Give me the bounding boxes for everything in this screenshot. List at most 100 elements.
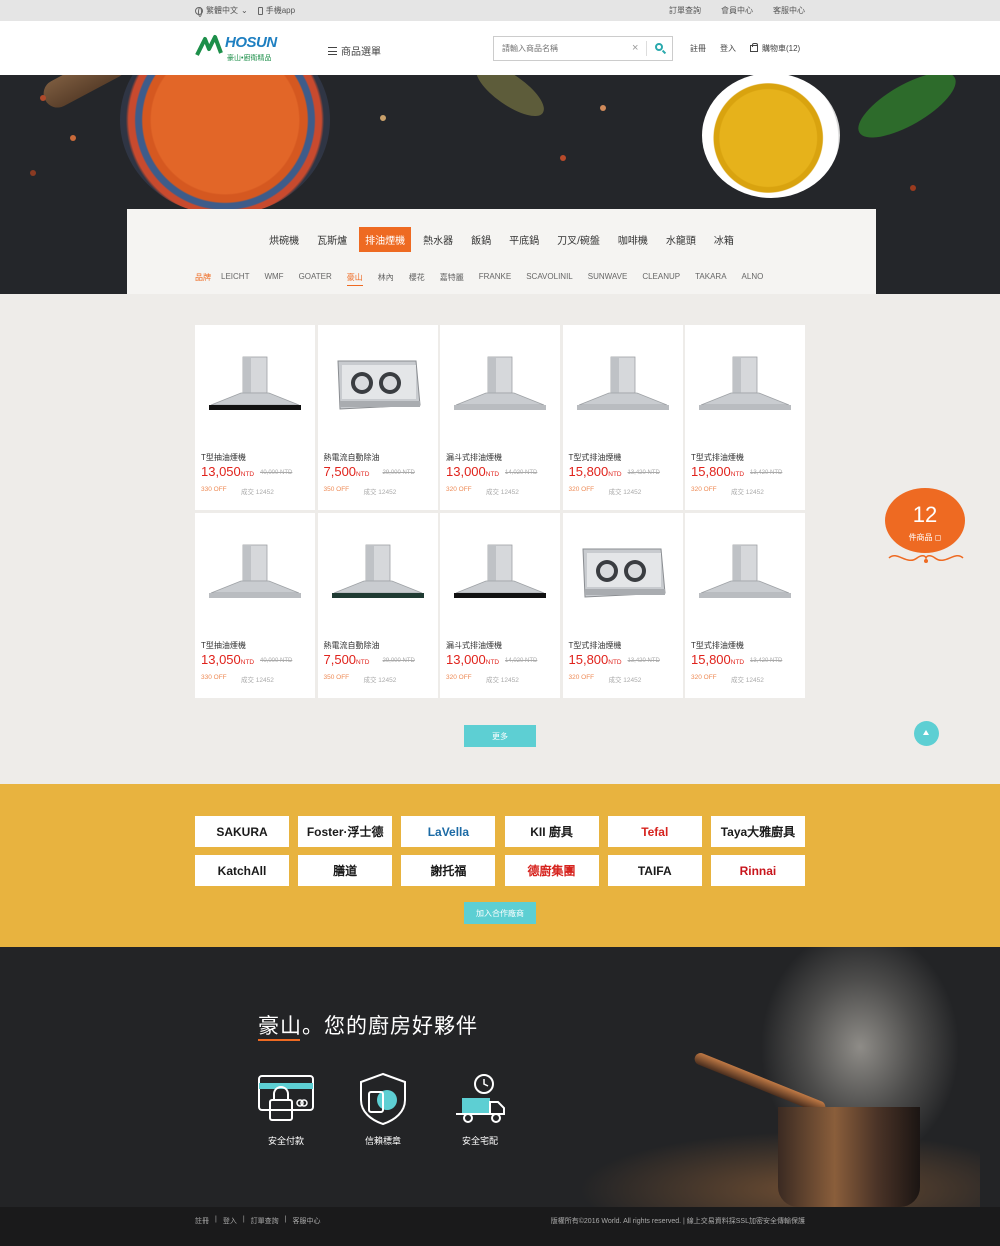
category-tab[interactable]: 飯鍋 (465, 227, 497, 252)
product-card[interactable]: T型式排油煙機 15,800NTD 13,420 NTD 320 OFF 成交 1245… (562, 325, 683, 510)
search-input[interactable] (502, 41, 627, 56)
product-card[interactable]: T型式排油煙機 15,800NTD 13,420 NTD 320 OFF 成交 1245… (685, 513, 805, 698)
partner-logo[interactable]: LaVella (401, 816, 496, 847)
category-tab[interactable]: 咖啡機 (612, 227, 654, 252)
chevron-down-icon: ⌄ (241, 6, 248, 15)
badge-circle: 12 件商品 ◻ (885, 488, 965, 553)
product-card[interactable]: T型式排油煙機 15,800NTD 13,420 NTD 320 OFF 成交 1245… (685, 325, 805, 510)
brand-filter-item[interactable]: GOATER (299, 272, 332, 286)
category-tab[interactable]: 烘碗機 (263, 227, 305, 252)
partner-logo[interactable]: Taya大雅廚具 (710, 816, 805, 847)
search-icon[interactable] (655, 43, 663, 51)
price-unit: NTD (485, 471, 500, 478)
product-card[interactable]: 熱電流自動除油 7,500NTD 29,000 NTD 350 OFF 成交 12452 (317, 325, 438, 510)
partner-logo[interactable]: KII 廚具 (504, 816, 599, 847)
feature-label: 信賴標章 (364, 1136, 401, 1146)
customer-service-link[interactable]: 客服中心 (773, 5, 805, 16)
brand-filter-item[interactable]: 櫻花 (409, 272, 425, 286)
partner-logo[interactable]: Tefal (607, 816, 702, 847)
mobile-app-label: 手機app (265, 6, 296, 15)
partner-logo[interactable]: 膳道 (298, 855, 393, 886)
partner-logo[interactable]: TAIFA (607, 855, 702, 886)
product-price: 13,000NTD (446, 652, 499, 667)
product-image (328, 541, 428, 611)
back-to-top-button[interactable] (914, 721, 939, 746)
brand-filter: 品牌 LEICHT WMF GOATER 豪山 林內 櫻花 嘉特麗 FRANKE SCAVOLIN… (195, 272, 778, 286)
mobile-app-link[interactable]: 手機app (257, 5, 296, 16)
hosun-logo[interactable]: HOSUN 豪山•廚衛精品 (195, 33, 285, 65)
language-selector[interactable]: 繁體中文 ⌄ (195, 5, 248, 17)
product-menu-button[interactable]: 商品選單 (328, 43, 381, 58)
footer-register-link[interactable]: 註冊 (195, 1216, 209, 1226)
price-value: 7,500 (323, 464, 357, 479)
discount-label: 320 OFF (446, 674, 472, 681)
spice-decoration (560, 155, 566, 161)
brand-filter-item[interactable]: 林內 (378, 272, 394, 286)
product-image (695, 541, 795, 611)
order-query-link[interactable]: 訂單查詢 (669, 5, 701, 16)
brand-filter-item[interactable]: FRANKE (479, 272, 511, 286)
member-center-link[interactable]: 會員中心 (721, 5, 753, 16)
product-price: 13,050NTD (201, 464, 254, 479)
login-link[interactable]: 登入 (720, 43, 736, 54)
price-value: 13,000 (446, 464, 486, 479)
original-price: 29,000 NTD (382, 658, 415, 664)
partner-logo[interactable]: Rinnai (710, 855, 805, 886)
footer-login-link[interactable]: 登入 (223, 1216, 237, 1226)
spice-decoration (910, 185, 916, 191)
brand-filter-item[interactable]: 豪山 (346, 272, 363, 286)
brand-filter-item[interactable]: SCAVOLINIL (526, 272, 573, 286)
category-tab[interactable]: 瓦斯爐 (311, 227, 353, 252)
join-partner-button[interactable]: 加入合作廠商 (464, 902, 536, 924)
register-link[interactable]: 註冊 (690, 43, 706, 54)
product-name: 熱電流自動除油 (323, 641, 380, 650)
brand-filter-item[interactable]: ALNO (742, 272, 764, 286)
discount-label: 330 OFF (201, 674, 227, 681)
cart-label: 購物車(12) (762, 44, 801, 53)
partner-logo[interactable]: SAKURA (195, 816, 289, 847)
original-price: 40,000 NTD (260, 470, 293, 476)
category-tab[interactable]: 刀叉/碗盤 (551, 227, 606, 252)
product-name: T型抽油煙機 (201, 453, 246, 462)
partner-logo[interactable]: Foster·浮士德 (298, 816, 393, 847)
category-tab[interactable]: 排油煙機 (359, 227, 412, 252)
product-price: 7,500NTD (324, 652, 370, 667)
product-image (450, 353, 550, 423)
product-card[interactable]: T型式排油煙機 15,800NTD 13,420 NTD 320 OFF 成交 1245… (562, 513, 683, 698)
partner-logo[interactable]: KatchAll (195, 855, 289, 886)
product-card[interactable]: T型抽油煙機 13,050NTD 40,000 NTD 330 OFF 成交 12452 (195, 325, 315, 510)
brand-filter-item[interactable]: LEICHT (221, 272, 249, 286)
product-card[interactable]: 漏斗式排油煙機 13,000NTD 14,020 NTD 320 OFF 成交 1245… (440, 513, 560, 698)
footer-customer-service-link[interactable]: 客服中心 (292, 1216, 320, 1226)
partner-logo[interactable]: 謝托福 (401, 855, 496, 886)
category-tab[interactable]: 熱水器 (417, 227, 459, 252)
footer-order-query-link[interactable]: 訂單查詢 (251, 1216, 279, 1226)
category-tab[interactable]: 平底鍋 (503, 227, 545, 252)
feature-trust-seal: 信賴標章 (343, 1072, 423, 1147)
price-value: 13,050 (201, 464, 241, 479)
sold-count: 成交 12452 (486, 677, 519, 684)
category-tab[interactable]: 水龍頭 (660, 227, 702, 252)
product-card[interactable]: 漏斗式排油煙機 13,000NTD 14,020 NTD 320 OFF 成交 1245… (440, 325, 560, 510)
cart-link[interactable]: 購物車(12) (750, 43, 800, 54)
clear-icon[interactable]: × (632, 42, 638, 54)
brand-filter-item[interactable]: CLEANUP (642, 272, 680, 286)
product-image (328, 353, 428, 423)
original-price: 13,420 NTD (750, 470, 783, 476)
partner-logo[interactable]: 德廚集團 (504, 855, 599, 886)
price-unit: NTD (608, 471, 622, 478)
brand-filter-item[interactable]: TAKARA (695, 272, 726, 286)
brand-filter-item[interactable]: WMF (264, 272, 283, 286)
brand-filter-item[interactable]: 嘉特麗 (440, 272, 464, 286)
sold-count: 成交 12452 (608, 489, 642, 496)
more-button[interactable]: 更多 (464, 725, 536, 747)
category-tab[interactable]: 冰箱 (708, 227, 740, 252)
product-name: T型抽油煙機 (201, 641, 246, 650)
discount-label: 320 OFF (691, 674, 717, 681)
cart-count-badge[interactable]: 12 件商品 ◻ (885, 488, 967, 578)
brand-filter-item[interactable]: SUNWAVE (588, 272, 628, 286)
top-utility-bar: 繁體中文 ⌄ 手機app 訂單查詢 會員中心 客服中心 (0, 0, 1000, 21)
product-price: 15,800NTD (691, 652, 744, 667)
product-card[interactable]: 熱電流自動除油 7,500NTD 29,000 NTD 350 OFF 成交 12452 (317, 513, 438, 698)
product-card[interactable]: T型抽油煙機 13,050NTD 40,000 NTD 330 OFF 成交 12452 (195, 513, 315, 698)
